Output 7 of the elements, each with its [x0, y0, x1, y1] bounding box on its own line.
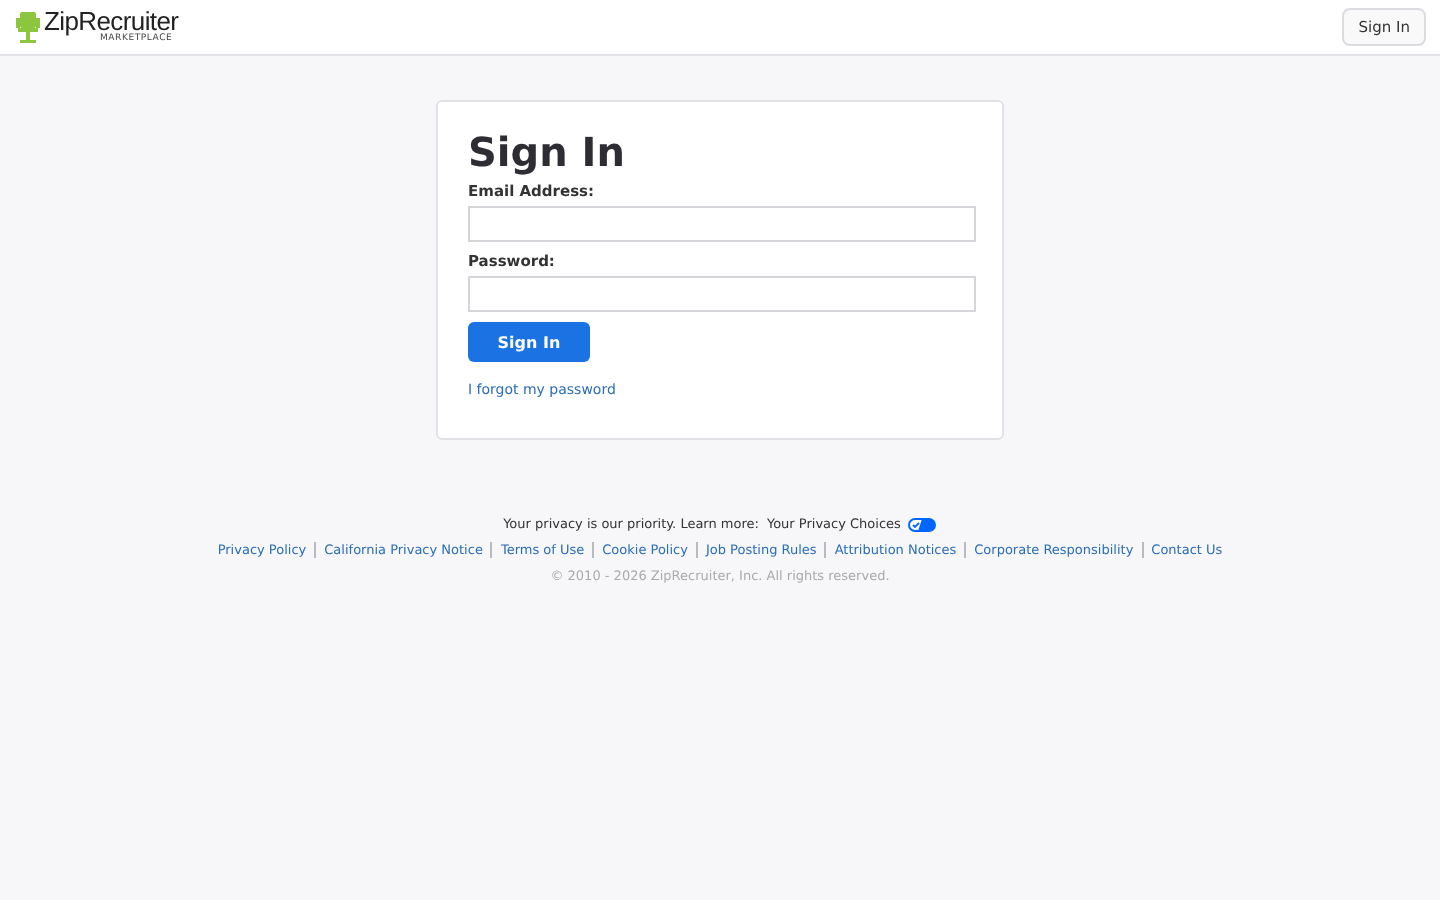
page-title: Sign In: [468, 128, 625, 176]
logo-name: ZipRecruiter: [44, 8, 179, 35]
chair-icon: [16, 11, 40, 43]
submit-button[interactable]: Sign In: [468, 322, 590, 362]
input-field[interactable]: [468, 276, 976, 312]
privacy-toggle-icon: [908, 517, 937, 531]
input-field[interactable]: [468, 206, 976, 242]
